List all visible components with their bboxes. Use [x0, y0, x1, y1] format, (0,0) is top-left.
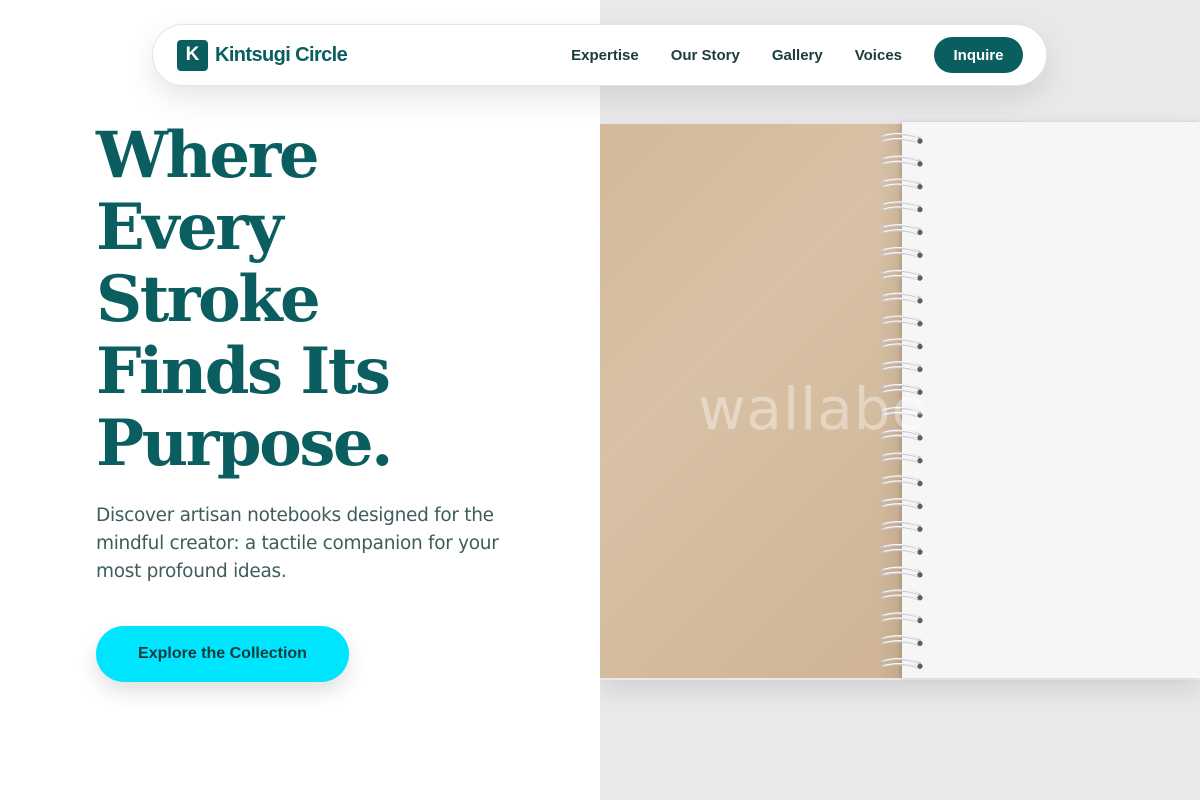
top-navbar: K Kintsugi Circle Expertise Our Story Ga…: [152, 24, 1047, 86]
spiral-ring: [880, 498, 923, 510]
spiral-ring: [880, 452, 923, 464]
hero-subtitle: Discover artisan notebooks designed for …: [96, 505, 499, 582]
brand-logo[interactable]: K Kintsugi Circle: [177, 39, 348, 71]
hero-image-notebook: wallabe: [600, 0, 1200, 800]
spiral-ring: [880, 612, 923, 624]
spiral-ring: [880, 543, 923, 556]
spiral-ring: [880, 566, 923, 578]
nav-link-gallery[interactable]: Gallery: [772, 47, 823, 64]
spiral-ring: [880, 178, 923, 190]
nav-link-expertise[interactable]: Expertise: [571, 47, 639, 64]
nav-links: Expertise Our Story Gallery Voices Inqui…: [571, 37, 1023, 73]
spiral-ring: [880, 132, 923, 145]
image-watermark: wallabe: [698, 375, 929, 443]
spiral-ring: [880, 201, 923, 213]
spiral-ring: [880, 589, 923, 601]
hero-title-line: Every: [96, 190, 284, 265]
notebook-white-page: [902, 122, 1200, 678]
hero-title: Where Every Stroke Finds Its Purpose.: [96, 120, 576, 480]
spiral-ring: [880, 155, 923, 167]
brand-name: Kintsugi Circle: [215, 43, 348, 66]
nav-link-our-story[interactable]: Our Story: [671, 47, 740, 64]
spiral-ring: [880, 361, 923, 373]
hero-title-line: Finds Its: [96, 334, 391, 409]
spiral-ring: [880, 269, 923, 282]
hero-title-line: Where: [96, 118, 320, 193]
spiral-ring: [880, 475, 923, 487]
nav-link-voices[interactable]: Voices: [855, 47, 902, 64]
hero-title-line: Purpose.: [96, 406, 393, 481]
spiral-ring: [880, 338, 923, 350]
spiral-ring: [880, 292, 923, 304]
inquire-button[interactable]: Inquire: [934, 37, 1023, 73]
brand-mark-icon: K: [177, 39, 208, 71]
hero-title-line: Stroke: [96, 262, 321, 337]
spiral-ring: [880, 658, 923, 670]
spiral-ring: [880, 247, 923, 259]
explore-collection-button[interactable]: Explore the Collection: [96, 626, 349, 682]
spiral-ring: [880, 635, 923, 647]
spiral-ring: [880, 521, 923, 533]
spiral-ring: [880, 224, 923, 236]
spiral-ring: [880, 315, 923, 327]
